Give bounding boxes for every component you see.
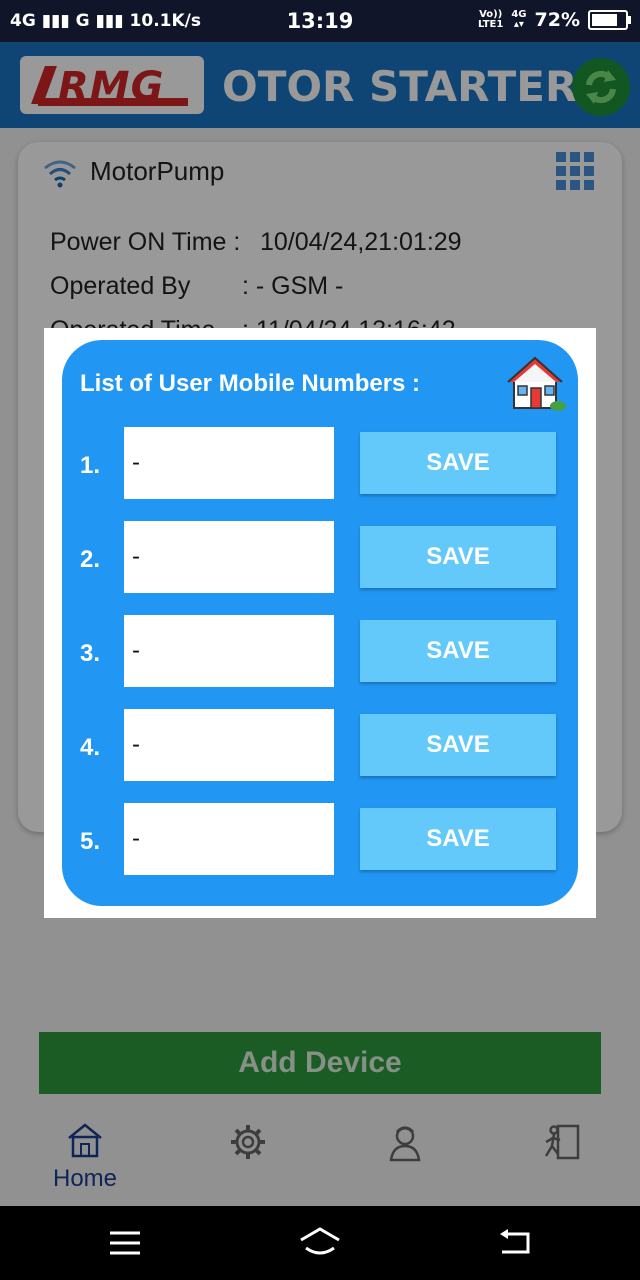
status-bar: 4G ▮▮▮ G ▮▮▮ 10.1K/s 13:19 Vo)) LTE1 4G … — [0, 0, 640, 42]
battery-percent: 72% — [534, 9, 580, 31]
net-bottom: ▴▾ — [513, 19, 524, 30]
battery-icon — [588, 10, 631, 30]
back-icon[interactable] — [498, 1228, 532, 1256]
dialog-panel: List of User Mobile Numbers : 1. SAVE 2.… — [62, 340, 578, 906]
mobile-number-input-1[interactable] — [124, 427, 334, 499]
network-indicator: 4G ▴▾ — [511, 10, 526, 30]
entry-index: 1. — [80, 452, 101, 479]
volte-indicator: Vo)) LTE1 — [478, 10, 503, 30]
house-icon[interactable] — [504, 352, 566, 412]
home-button-icon[interactable] — [298, 1226, 342, 1258]
mobile-number-input-3[interactable] — [124, 615, 334, 687]
status-right: Vo)) LTE1 4G ▴▾ 72% — [478, 9, 631, 31]
mobile-number-input-5[interactable] — [124, 803, 334, 875]
save-button-1[interactable]: SAVE — [360, 432, 556, 494]
mobile-number-input-4[interactable] — [124, 709, 334, 781]
dialog-title: List of User Mobile Numbers : — [80, 370, 421, 397]
system-navigation-bar — [0, 1206, 640, 1280]
save-button-4[interactable]: SAVE — [360, 714, 556, 776]
entry-index: 5. — [80, 828, 101, 855]
user-numbers-dialog: List of User Mobile Numbers : 1. SAVE 2.… — [44, 328, 596, 918]
menu-icon[interactable] — [108, 1230, 142, 1256]
save-button-3[interactable]: SAVE — [360, 620, 556, 682]
volte-bottom: LTE1 — [478, 19, 504, 30]
mobile-number-input-2[interactable] — [124, 521, 334, 593]
entry-index: 4. — [80, 734, 101, 761]
entry-index: 3. — [80, 640, 101, 667]
save-button-2[interactable]: SAVE — [360, 526, 556, 588]
entry-index: 2. — [80, 546, 101, 573]
save-button-5[interactable]: SAVE — [360, 808, 556, 870]
